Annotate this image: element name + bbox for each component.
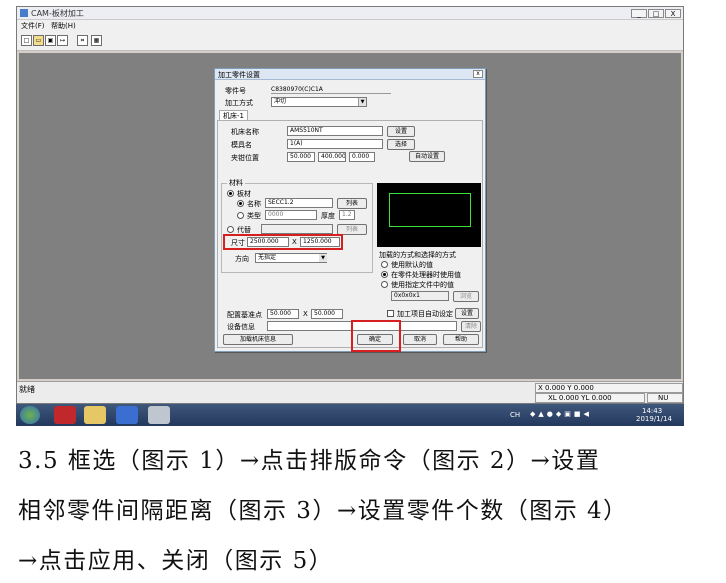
ok-button[interactable]: 确定 — [357, 334, 393, 345]
default-value-label: 使用默认的值 — [391, 261, 433, 269]
part-settings-dialog: 加工零件设置 x 零件号 C8380970(C)C1A 加工方式 冲切 ▼ 机床… — [214, 68, 486, 352]
sheet-outline — [389, 193, 471, 227]
device-info-label: 设备信息 — [227, 323, 255, 331]
reference-separator: X — [303, 310, 308, 318]
dialog-close-icon[interactable]: x — [473, 70, 483, 78]
clock-date[interactable]: 2019/1/14 — [636, 415, 672, 423]
document-icon[interactable] — [148, 406, 170, 424]
radio-file-value[interactable] — [381, 281, 388, 288]
app-icon-cam[interactable] — [54, 406, 76, 424]
custom-input[interactable] — [261, 224, 333, 234]
material-name-label: 名称 — [247, 200, 261, 208]
xy-icon[interactable]: ⌗ — [77, 35, 88, 46]
auto-set-button[interactable]: 自动设置 — [409, 151, 445, 162]
reference-b-input[interactable]: 50.000 — [311, 309, 343, 319]
clear-button[interactable]: 清除 — [461, 321, 481, 332]
machine-settings-button[interactable]: 设置 — [387, 126, 415, 137]
minimize-button[interactable]: _ — [631, 9, 647, 18]
window-title: CAM-板材加工 — [31, 9, 84, 18]
material-list-button[interactable]: 列表 — [337, 198, 367, 209]
new-icon[interactable]: □ — [21, 35, 32, 46]
app-icon — [20, 9, 28, 17]
part-no-value: C8380970(C)C1A — [271, 86, 391, 94]
cancel-button[interactable]: 取消 — [403, 334, 437, 345]
material-name-input[interactable]: SECC1.2 — [265, 198, 333, 208]
auto-set-check-label: 加工项目自动设定 — [397, 310, 453, 318]
title-bar: CAM-板材加工 _ □ X — [17, 7, 683, 20]
clamp-y-input[interactable]: 400.000 — [318, 152, 346, 162]
mold-name-input[interactable]: 1(A) — [287, 139, 383, 149]
save-icon[interactable]: ▣ — [45, 35, 56, 46]
mold-select-button[interactable]: 选择 — [387, 139, 415, 150]
material-group-title: 材料 — [227, 178, 245, 188]
taskbar: CH ◆▲●◆▣■◀ 14:43 2019/1/14 — [16, 404, 684, 426]
type-label: 类型 — [247, 212, 261, 220]
mold-name-label: 模具名 — [231, 141, 252, 149]
radio-part-value[interactable] — [381, 271, 388, 278]
tray-icons: ◆▲●◆▣■◀ — [530, 410, 592, 418]
menu-bar: 文件(F) 帮助(H) — [17, 20, 683, 31]
thickness-input[interactable]: 1.2 — [339, 210, 355, 220]
method-select[interactable]: 冲切 — [271, 97, 367, 107]
auto-set-checkbox[interactable] — [387, 310, 394, 317]
radio-sheet[interactable] — [227, 190, 234, 197]
dialog-title-bar: 加工零件设置 x — [215, 69, 485, 80]
clamp-x-input[interactable]: 50.000 — [287, 152, 315, 162]
caption-line-3: →点击应用、关闭（图示 5） — [18, 548, 334, 574]
clock-time[interactable]: 14:43 — [642, 407, 662, 415]
size-x-separator: X — [292, 238, 297, 246]
close-button[interactable]: X — [665, 9, 681, 18]
reference-point-label: 配置基准点 — [227, 311, 262, 319]
load-mode-title: 加载的方式和选择的方式 — [379, 251, 456, 259]
dialog-title: 加工零件设置 — [218, 71, 260, 79]
thickness-label: 厚度 — [321, 212, 335, 220]
direction-label: 方向 — [235, 255, 249, 263]
sheet-preview — [377, 183, 481, 247]
reference-a-input[interactable]: 50.000 — [267, 309, 299, 319]
file-path-input[interactable]: 0x0x0x1 — [391, 291, 449, 301]
size-height-input[interactable]: 1250.000 — [300, 237, 340, 247]
chevron-down-icon[interactable]: ▼ — [358, 98, 366, 106]
caption-line-2: 相邻零件间隔距离（图示 3）→设置零件个数（图示 4） — [18, 498, 628, 524]
chevron-down-icon[interactable]: ▼ — [319, 254, 327, 262]
wps-icon[interactable] — [116, 406, 138, 424]
clamp-position-label: 夹钳位置 — [231, 154, 259, 162]
machine-name-label: 机床名称 — [231, 128, 259, 136]
type-select[interactable]: 0000 — [265, 210, 317, 220]
radio-custom[interactable] — [227, 226, 234, 233]
nesting-icon[interactable]: ▦ — [91, 35, 102, 46]
size-width-input[interactable]: 2500.000 — [247, 237, 289, 247]
file-value-label: 使用指定文件中的值 — [391, 281, 454, 289]
radio-name[interactable] — [237, 200, 244, 207]
ime-indicator[interactable]: CH — [510, 411, 520, 419]
part-value-label: 在零件处理器时使用值 — [391, 271, 461, 279]
method-label: 加工方式 — [225, 99, 253, 107]
help-button[interactable]: 帮助 — [443, 334, 479, 345]
toolbar: □ ▭ ▣ ↦ ⌗ ▦ — [17, 31, 683, 51]
load-machine-info-button[interactable]: 加载机床信息 — [223, 334, 293, 345]
coord-readout-2: XL 0.000 YL 0.000 — [535, 393, 645, 403]
part-no-label: 零件号 — [225, 87, 246, 95]
machine-name-input[interactable]: AMS510NT — [287, 126, 383, 136]
menu-help[interactable]: 帮助(H) — [51, 21, 76, 31]
folder-icon[interactable] — [84, 406, 106, 424]
radio-type[interactable] — [237, 212, 244, 219]
status-bar: 就绪 X 0.000 Y 0.000 XL 0.000 YL 0.000 NU — [17, 381, 683, 403]
radio-sheet-label: 板材 — [237, 190, 251, 198]
caption-line-1: 3.5 框选（图示 1）→点击排版命令（图示 2）→设置 — [18, 448, 601, 474]
open-icon[interactable]: ▭ — [33, 35, 44, 46]
browse-button[interactable]: 浏览 — [453, 291, 479, 302]
coord-readout: X 0.000 Y 0.000 — [535, 383, 683, 393]
status-text: 就绪 — [19, 385, 35, 394]
import-icon[interactable]: ↦ — [57, 35, 68, 46]
radio-default-value[interactable] — [381, 261, 388, 268]
start-icon[interactable] — [20, 406, 40, 424]
mode-indicator: NU — [647, 393, 683, 403]
clamp-z-input[interactable]: 0.000 — [349, 152, 375, 162]
direction-select[interactable]: 无指定 — [255, 253, 327, 263]
size-label: 尺寸 — [231, 239, 245, 247]
auto-set-config-button[interactable]: 设置 — [455, 308, 479, 319]
menu-file[interactable]: 文件(F) — [21, 21, 45, 31]
maximize-button[interactable]: □ — [648, 9, 664, 18]
